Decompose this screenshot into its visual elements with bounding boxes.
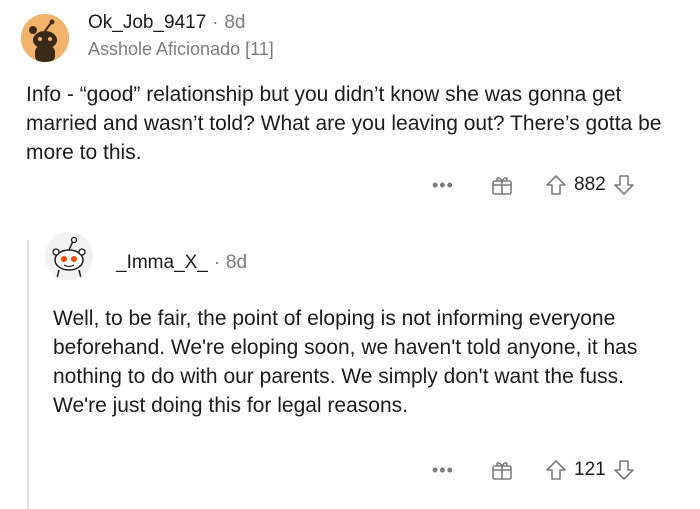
avatar[interactable] — [21, 14, 69, 62]
separator-dot: · — [212, 12, 219, 32]
downvote-icon[interactable] — [612, 458, 636, 482]
gift-icon[interactable] — [490, 458, 514, 482]
username[interactable]: Ok_Job_9417 — [88, 12, 206, 34]
comment-actions: ••• 882 — [432, 173, 636, 197]
comment-meta: Ok_Job_9417 · 8d — [88, 12, 245, 34]
comment-body: Well, to be fair, the point of eloping i… — [53, 307, 638, 417]
vote-score: 882 — [574, 174, 606, 195]
vote-controls: 121 — [544, 458, 636, 482]
gift-icon[interactable] — [490, 173, 514, 197]
vote-score: 121 — [574, 459, 606, 480]
comment-age: 8d — [224, 12, 246, 33]
comment-age: 8d — [225, 252, 248, 273]
comment-meta: _Imma_X_ · 8d — [116, 252, 247, 274]
more-options-button[interactable]: ••• — [432, 175, 482, 196]
more-options-button[interactable]: ••• — [432, 460, 482, 481]
snoo-avatar-icon — [21, 14, 69, 62]
comment-body: Info - “good” relationship but you didn’… — [26, 83, 662, 164]
comment-actions: ••• 121 — [432, 458, 636, 482]
avatar[interactable] — [45, 232, 93, 280]
comment: Ok_Job_9417 · 8d Asshole Aficionado [11]… — [0, 0, 700, 240]
snoo-avatar-icon — [45, 232, 93, 280]
downvote-icon[interactable] — [612, 173, 636, 197]
upvote-icon[interactable] — [544, 458, 568, 482]
username[interactable]: _Imma_X_ — [116, 252, 208, 274]
user-flair: Asshole Aficionado [11] — [88, 39, 274, 59]
upvote-icon[interactable] — [544, 173, 568, 197]
reply-comment: _Imma_X_ · 8d Well, to be fair, the poin… — [0, 222, 700, 509]
separator-dot: · — [213, 252, 220, 272]
vote-controls: 882 — [544, 173, 636, 197]
